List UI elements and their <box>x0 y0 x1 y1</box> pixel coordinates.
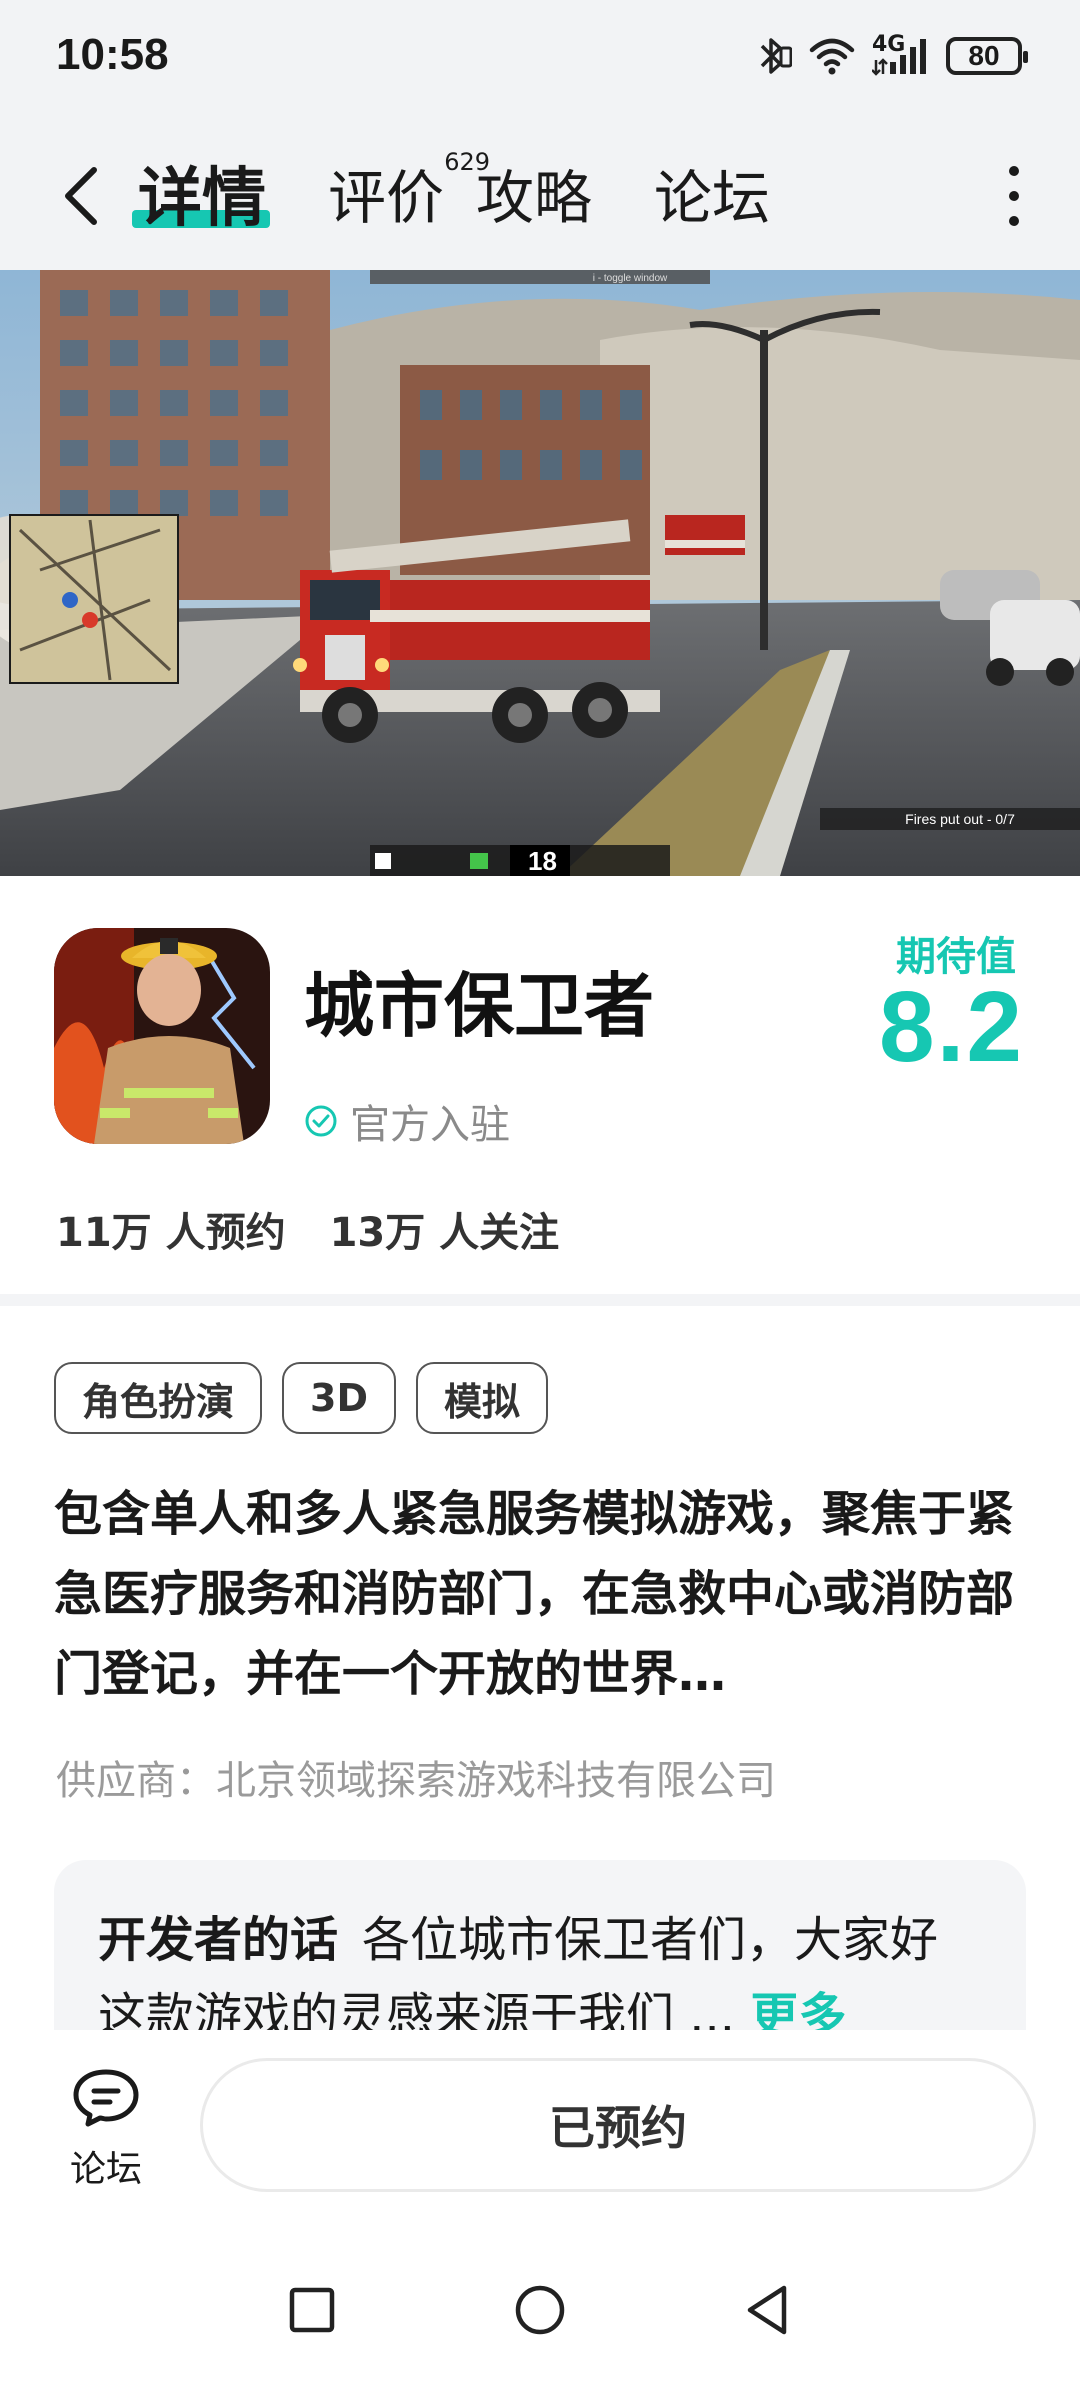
battery-indicator: 80 <box>946 37 1028 75</box>
wifi-icon <box>809 38 855 75</box>
official-label: 官方入驻 <box>350 1102 510 1148</box>
tab-forum-label: 论坛 <box>654 164 771 232</box>
status-bar: 10:58 4G 80 <box>0 0 1080 120</box>
hud-window-label: i - toggle window <box>593 273 668 284</box>
cellular-signal-icon: 4G <box>872 32 930 76</box>
follower-count: 13万 人关注 <box>329 1210 560 1256</box>
tab-details-label: 详情 <box>138 162 266 236</box>
back-triangle-icon[interactable] <box>738 2280 798 2340</box>
expectation-score: 8.2 <box>878 971 1024 1083</box>
hud-speed: 18 <box>528 846 557 876</box>
official-badge: 官方入驻 <box>304 1092 510 1150</box>
reservation-count: 11万 人预约 <box>56 1210 286 1256</box>
tab-guides-label: 攻略 <box>476 164 593 232</box>
reserved-button[interactable]: 已预约 <box>200 2058 1036 2192</box>
home-icon[interactable] <box>510 2280 570 2340</box>
forum-button-label: 论坛 <box>69 2149 142 2190</box>
tab-bar: 详情 评价 629 攻略 论坛 <box>132 148 832 238</box>
tag-simulation[interactable]: 模拟 <box>416 1362 549 1434</box>
game-screenshot[interactable]: i - toggle window Fires put out - 0/7 18 <box>0 270 1080 876</box>
tab-reviews[interactable]: 评价 629 <box>328 148 490 238</box>
chat-bubble-icon <box>73 2069 139 2127</box>
tab-reviews-label: 评价 <box>328 164 445 232</box>
game-title: 城市保卫者 <box>304 965 654 1047</box>
forum-button[interactable]: 论坛 <box>56 2066 156 2192</box>
bottom-action-bar: 论坛 已预约 <box>0 2030 1080 2250</box>
more-options-icon[interactable] <box>1004 166 1024 226</box>
game-description[interactable]: 包含单人和多人紧急服务模拟游戏，聚焦于紧急医疗服务和消防部门，在急救中心或消防部… <box>54 1474 1024 1714</box>
bluetooth-icon <box>760 38 792 74</box>
section-divider <box>0 1294 1080 1306</box>
tab-details[interactable]: 详情 <box>132 148 270 238</box>
game-stats: 11万 人预约 13万 人关注 <box>56 1200 559 1258</box>
supplier-info: 供应商：北京领域探索游戏科技有限公司 <box>56 1758 776 1804</box>
back-arrow-icon[interactable] <box>58 164 108 228</box>
game-icon <box>54 928 270 1144</box>
tag-3d[interactable]: 3D <box>282 1362 396 1434</box>
recent-apps-icon[interactable] <box>282 2280 342 2340</box>
nav-header: 详情 评价 629 攻略 论坛 <box>0 120 1080 270</box>
developer-note: 开发者的话 各位城市保卫者们，大家好 这款游戏的灵感来源于我们 ... 更多 <box>98 1902 982 2030</box>
tab-forum[interactable]: 论坛 <box>654 148 770 238</box>
developer-note-title: 开发者的话 <box>98 1912 339 1968</box>
tab-guides[interactable]: 攻略 <box>476 148 592 238</box>
status-time: 10:58 <box>56 30 169 79</box>
developer-note-card[interactable]: 开发者的话 各位城市保卫者们，大家好 这款游戏的灵感来源于我们 ... 更多 <box>54 1860 1026 2030</box>
status-icons: 4G 80 <box>752 32 1028 78</box>
tag-list: 角色扮演 3D 模拟 <box>54 1362 549 1434</box>
developer-note-more-link[interactable]: 更多 <box>750 1988 846 2030</box>
hud-objective: Fires put out - 0/7 <box>905 811 1015 827</box>
tag-rpg[interactable]: 角色扮演 <box>54 1362 263 1434</box>
system-navigation-bar <box>0 2250 1080 2388</box>
verified-check-icon <box>305 1105 337 1137</box>
